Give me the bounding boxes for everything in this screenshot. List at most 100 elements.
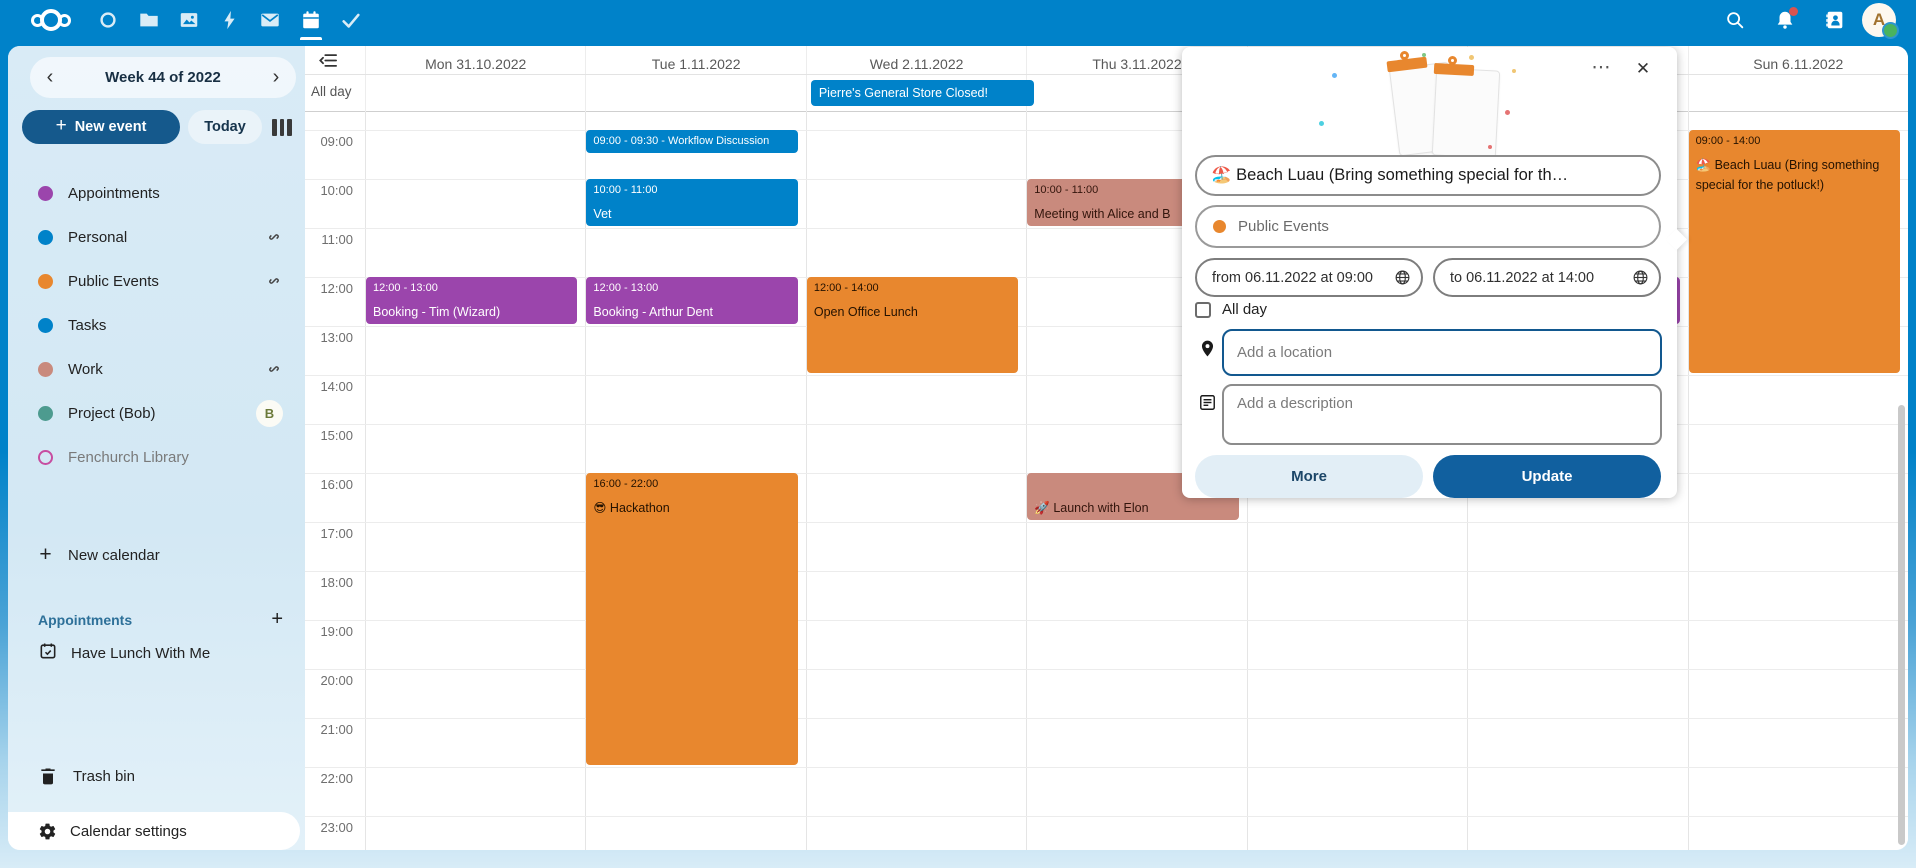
share-link-icon[interactable]: [265, 228, 283, 246]
hour-label: 13:00: [305, 330, 353, 345]
close-icon[interactable]: ✕: [1629, 55, 1657, 83]
calendar-icon[interactable]: [291, 0, 331, 40]
event-block[interactable]: 09:00 - 14:00🏖️ Beach Luau (Bring someth…: [1689, 130, 1900, 373]
update-button[interactable]: Update: [1433, 455, 1661, 498]
notifications-bell-icon[interactable]: [1765, 0, 1805, 40]
sidebar-item-work[interactable]: Work: [8, 347, 305, 391]
next-week-button[interactable]: ›: [256, 57, 296, 98]
hour-label: 12:00: [305, 281, 353, 296]
all-day-checkbox[interactable]: [1195, 302, 1211, 318]
event-time: 12:00 - 13:00: [593, 281, 790, 296]
event-block[interactable]: 16:00 - 22:00😎 Hackathon: [586, 473, 797, 765]
calendar-color-dot: [1213, 220, 1226, 233]
hour-label: 10:00: [305, 183, 353, 198]
location-pin-icon: [1198, 339, 1217, 358]
week-title: Week 44 of 2022: [105, 69, 221, 86]
gear-icon: [38, 822, 57, 841]
popup-more-actions-icon[interactable]: ⋯: [1587, 55, 1615, 83]
shared-user-avatar: B: [256, 400, 283, 427]
end-datetime-field[interactable]: to 06.11.2022 at 14:00: [1433, 258, 1661, 297]
photos-icon[interactable]: [169, 0, 209, 40]
calendar-color-dot: [38, 230, 53, 245]
sidebar-item-appointments[interactable]: Appointments: [8, 171, 305, 215]
more-button[interactable]: More: [1195, 455, 1423, 498]
today-button[interactable]: Today: [188, 110, 262, 144]
folder-icon[interactable]: [129, 0, 169, 40]
calendar-check-icon: [38, 641, 58, 666]
event-title-field[interactable]: 🏖️ Beach Luau (Bring something special f…: [1195, 155, 1661, 196]
day-header-tue[interactable]: Tue 1.11.2022: [585, 46, 805, 74]
all-day-cell[interactable]: [1688, 75, 1908, 112]
sidebar-item-project-bob-[interactable]: Project (Bob)B: [8, 391, 305, 435]
new-calendar-button[interactable]: + New calendar: [8, 533, 305, 577]
appointments-heading-label: Appointments: [38, 612, 271, 628]
calendar-list: Appointments PersonalPublic EventsTasks Wo…: [8, 171, 305, 479]
sidebar-item-tasks[interactable]: Tasks: [8, 303, 305, 347]
appointments-section-heading: Appointments +: [38, 608, 283, 631]
calendar-name-label: Appointments: [68, 185, 283, 202]
activity-icon[interactable]: [210, 0, 250, 40]
description-textarea[interactable]: [1222, 384, 1662, 445]
calendar-color-dot: [38, 318, 53, 333]
start-datetime-field[interactable]: from 06.11.2022 at 09:00: [1195, 258, 1423, 297]
dashboard-circle-icon[interactable]: [88, 0, 128, 40]
sidebar-item-public-events[interactable]: Public Events: [8, 259, 305, 303]
event-editor-popup: ⋯ ✕ 🏖️ Beach Luau (Bring something spe: [1182, 47, 1677, 498]
sidebar-item-fenchurch-library[interactable]: Fenchurch Library: [8, 435, 305, 479]
calendar-color-dot: [38, 274, 53, 289]
event-block[interactable]: 10:00 - 11:00Vet: [586, 179, 797, 226]
day-header-sun[interactable]: Sun 6.11.2022: [1688, 46, 1908, 74]
calendar-badge: B: [256, 400, 283, 427]
event-title-value: 🏖️ Beach Luau (Bring something special f…: [1211, 166, 1568, 185]
logo-circle-middle: [40, 9, 62, 31]
appointment-item-label: Have Lunch With Me: [71, 645, 210, 662]
new-event-button[interactable]: + New event: [22, 110, 180, 144]
all-day-checkbox-row[interactable]: All day: [1195, 301, 1267, 318]
more-button-label: More: [1291, 468, 1327, 485]
calendar-name-label: Work: [68, 361, 265, 378]
event-title: Vet: [593, 204, 790, 224]
all-day-cell[interactable]: [585, 75, 805, 112]
calendar-settings-button[interactable]: Calendar settings: [8, 812, 300, 850]
calendar-select[interactable]: Public Events: [1195, 205, 1661, 248]
event-title: Booking - Arthur Dent: [593, 302, 790, 322]
event-block[interactable]: 12:00 - 14:00Open Office Lunch: [807, 277, 1018, 373]
event-title: Booking - Tim (Wizard): [373, 302, 570, 322]
hour-label: 09:00: [305, 134, 353, 149]
add-appointment-config-button[interactable]: +: [271, 608, 283, 631]
vertical-scrollbar[interactable]: [1898, 405, 1905, 845]
previous-week-button[interactable]: ‹: [30, 57, 70, 98]
trash-bin-label: Trash bin: [73, 768, 135, 785]
event-block[interactable]: 12:00 - 13:00Booking - Tim (Wizard): [366, 277, 577, 324]
event-block[interactable]: 09:00 - 09:30 - Workflow Discussion: [586, 130, 797, 153]
view-columns-toggle-icon[interactable]: [270, 116, 294, 138]
week-navigation: ‹ Week 44 of 2022 ›: [30, 57, 296, 98]
hour-label: 21:00: [305, 722, 353, 737]
event-time: 12:00 - 14:00: [814, 281, 1011, 296]
hour-gridline: [305, 571, 1908, 572]
location-input[interactable]: [1222, 329, 1662, 376]
mail-icon[interactable]: [250, 0, 290, 40]
user-avatar[interactable]: A: [1862, 3, 1896, 37]
timezone-globe-icon[interactable]: [1632, 269, 1649, 286]
event-block[interactable]: 12:00 - 13:00 Booking - Arthur Dent: [586, 277, 797, 324]
trash-bin-button[interactable]: Trash bin: [8, 754, 305, 798]
nextcloud-logo-icon[interactable]: [20, 0, 82, 40]
contacts-menu-icon[interactable]: [1815, 0, 1855, 40]
share-link-icon[interactable]: [265, 360, 283, 378]
event-summary: 09:00 - 09:30 - Workflow Discussion: [593, 134, 790, 148]
hour-label: 14:00: [305, 379, 353, 394]
share-link-icon[interactable]: [265, 272, 283, 290]
collapse-week-icon[interactable]: [319, 53, 337, 73]
sidebar-item-personal[interactable]: Personal: [8, 215, 305, 259]
all-day-event[interactable]: Pierre's General Store Closed!: [811, 80, 1034, 106]
tasks-icon[interactable]: [331, 0, 371, 40]
calendar-name-label: Fenchurch Library: [68, 449, 283, 466]
search-icon[interactable]: [1715, 0, 1755, 40]
day-header-mon[interactable]: Mon 31.10.2022: [365, 46, 585, 74]
timezone-globe-icon[interactable]: [1394, 269, 1411, 286]
day-header-wed[interactable]: Wed 2.11.2022: [806, 46, 1026, 74]
today-label: Today: [204, 119, 246, 135]
all-day-cell[interactable]: [365, 75, 585, 112]
appointment-item[interactable]: Have Lunch With Me: [8, 631, 305, 675]
